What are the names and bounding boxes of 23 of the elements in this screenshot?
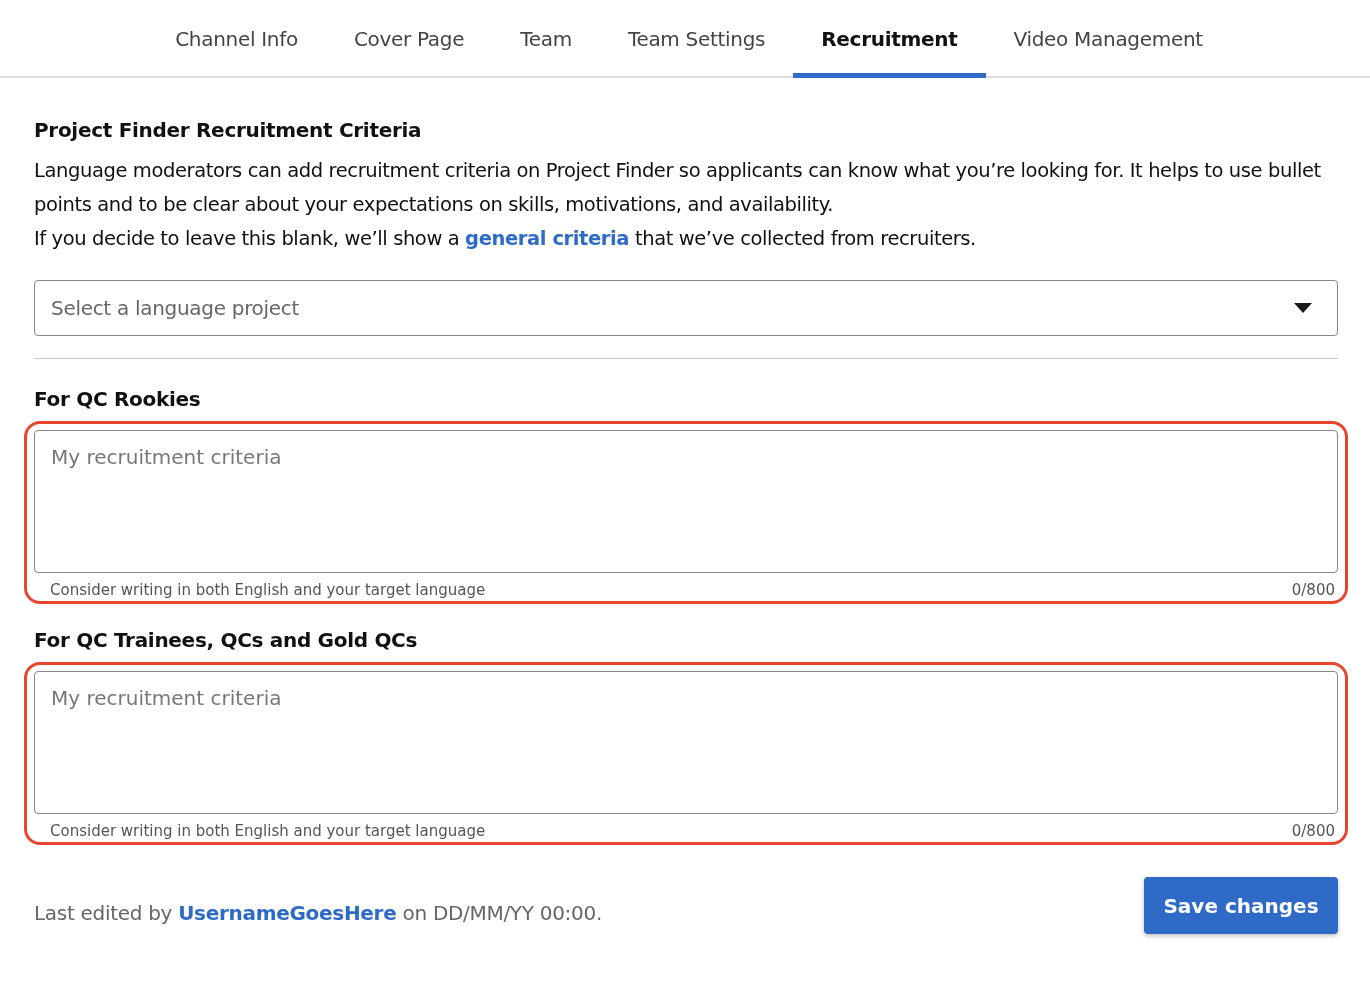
username-link[interactable]: UsernameGoesHere — [178, 900, 397, 925]
tab[interactable]: Recruitment — [793, 0, 986, 78]
tab[interactable]: Team — [492, 0, 600, 78]
tab[interactable]: Cover Page — [325, 0, 493, 78]
general-criteria-link[interactable]: general criteria — [465, 227, 630, 250]
character-count: 0/800 — [1291, 822, 1335, 842]
character-count: 0/800 — [1291, 581, 1335, 601]
caret-icon — [1294, 303, 1312, 313]
criteria-input[interactable]: My recruitment criteria — [34, 430, 1338, 573]
criteria-input[interactable]: My recruitment criteria — [34, 671, 1338, 814]
criteria-title: For QC Trainees, QCs and Gold QCs — [34, 628, 419, 652]
tab[interactable]: Team Settings — [599, 0, 794, 78]
last-edited-text: Last edited by UsernameGoesHere on DD/MM/YY 00:00. — [34, 900, 602, 925]
tab[interactable]: Channel Info — [147, 0, 326, 78]
note-text: If you decide to leave this blank, we’ll show a general criteria that we’ve collected from recruiters. — [34, 226, 977, 252]
hint-text: Consider writing in both English and your target language — [50, 822, 486, 842]
save-button[interactable]: Save changes — [1144, 877, 1338, 934]
tab[interactable]: Video Management — [985, 0, 1231, 78]
hint-text: Consider writing in both English and your target language — [50, 581, 486, 601]
description-text: Language moderators can add recruitment criteria on Project Finder so applicants can know what you’re looking for. It helps to use bullet points and to be clear about your expectations on skills, motivations, and availability. — [34, 158, 1322, 218]
language-project-dropdown[interactable]: Select a language project — [34, 280, 1338, 336]
criteria-title: For QC Rookies — [34, 387, 202, 411]
section-title: Project Finder Recruitment Criteria — [34, 118, 423, 142]
